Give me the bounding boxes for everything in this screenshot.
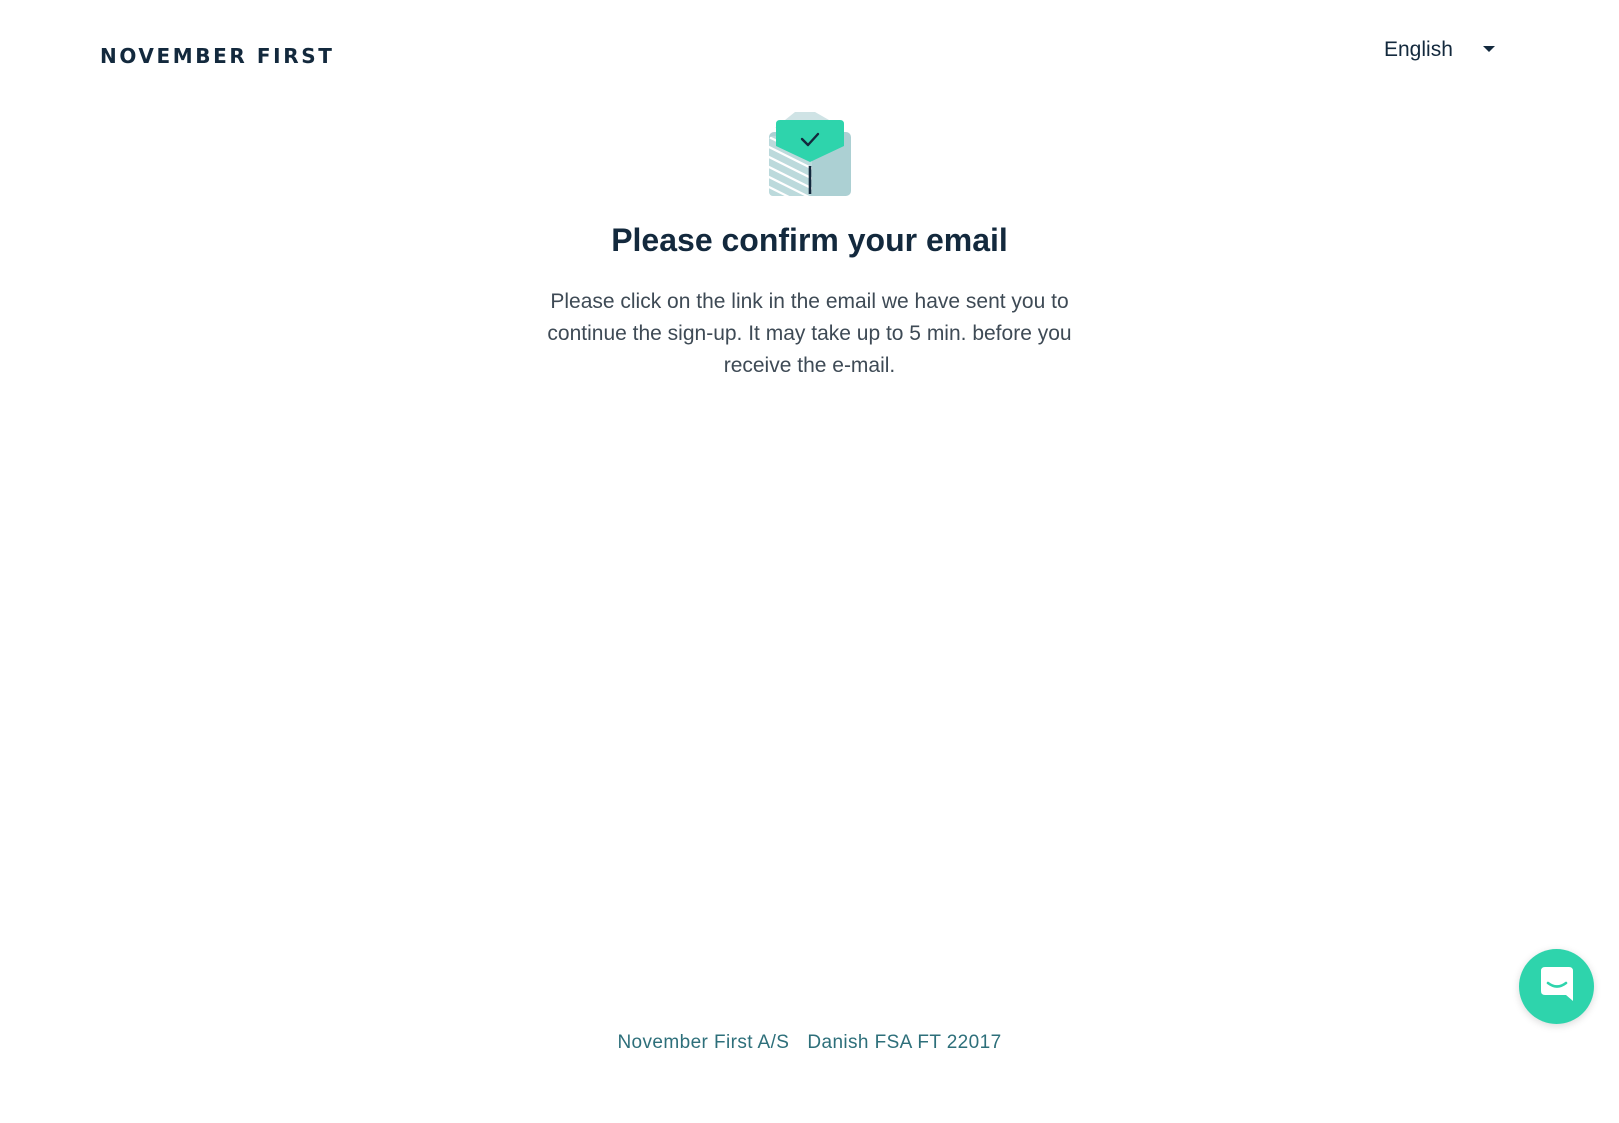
confirm-email-page: NOVEMBER FIRST English Please confirm yo…	[0, 0, 1619, 1123]
caret-down-icon	[1482, 46, 1495, 52]
footer: November First A/S Danish FSA FT 22017	[0, 1032, 1619, 1054]
footer-company: November First A/S	[617, 1032, 790, 1053]
envelope-check-icon	[765, 110, 855, 200]
brand-logo[interactable]: NOVEMBER FIRST	[100, 44, 334, 68]
page-title: Please confirm your email	[611, 222, 1008, 258]
confirmation-description: Please click on the link in the email we…	[547, 290, 1072, 377]
chat-bubble-icon	[1539, 965, 1575, 1008]
footer-license: Danish FSA FT 22017	[807, 1032, 1002, 1053]
chat-launcher-button[interactable]	[1519, 949, 1594, 1024]
language-selector[interactable]: English	[1384, 38, 1495, 62]
language-label: English	[1384, 38, 1453, 61]
